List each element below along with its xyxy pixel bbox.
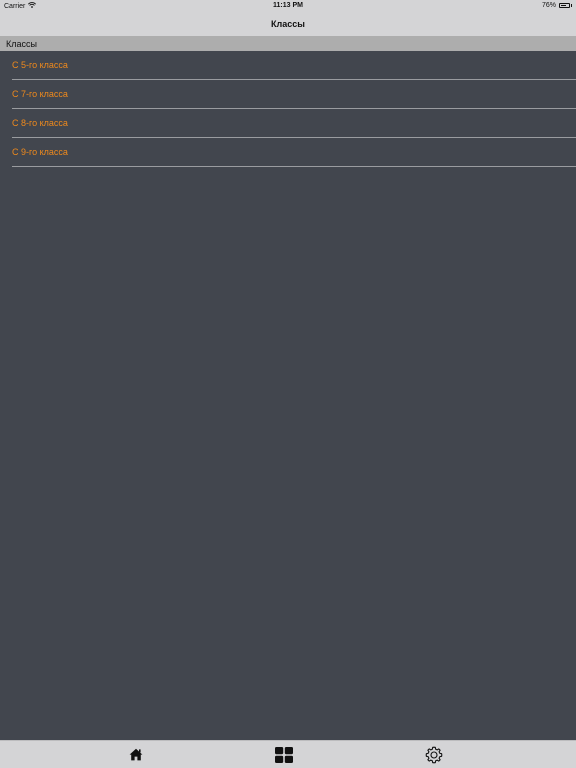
tab-grid[interactable]	[254, 741, 314, 768]
tab-home[interactable]	[106, 741, 166, 768]
battery-icon	[559, 3, 570, 8]
list-item-label: С 8-го класса	[12, 118, 68, 128]
battery-fill	[561, 5, 566, 6]
battery-tip	[571, 4, 572, 7]
tab-settings[interactable]	[404, 741, 464, 768]
screen: Carrier 11:13 PM 76% Классы Классы С 5-г…	[0, 0, 576, 768]
list-item-label: С 5-го класса	[12, 60, 68, 70]
list-item-grade-7[interactable]: С 7-го класса	[0, 80, 576, 109]
page-title: Классы	[271, 19, 305, 29]
gear-icon	[425, 746, 443, 764]
home-icon	[129, 748, 143, 761]
grid-icon	[275, 746, 293, 763]
battery-percent: 76%	[541, 2, 556, 9]
list-item-grade-8[interactable]: С 8-го класса	[0, 109, 576, 138]
list-item-label: С 7-го класса	[12, 89, 68, 99]
nav-bar: Классы	[0, 12, 576, 36]
status-bar: Carrier 11:13 PM 76%	[0, 0, 576, 12]
list-divider	[12, 166, 576, 167]
status-time: 11:13 PM	[273, 2, 303, 9]
tab-bar	[0, 740, 576, 768]
list-item-grade-9[interactable]: С 9-го класса	[0, 138, 576, 167]
list-item-grade-5[interactable]: С 5-го класса	[0, 51, 576, 80]
list-item-label: С 9-го класса	[12, 147, 68, 157]
class-list: С 5-го класса С 7-го класса С 8-го класс…	[0, 51, 576, 167]
section-header: Классы	[0, 36, 576, 51]
status-right: 76%	[542, 2, 572, 9]
